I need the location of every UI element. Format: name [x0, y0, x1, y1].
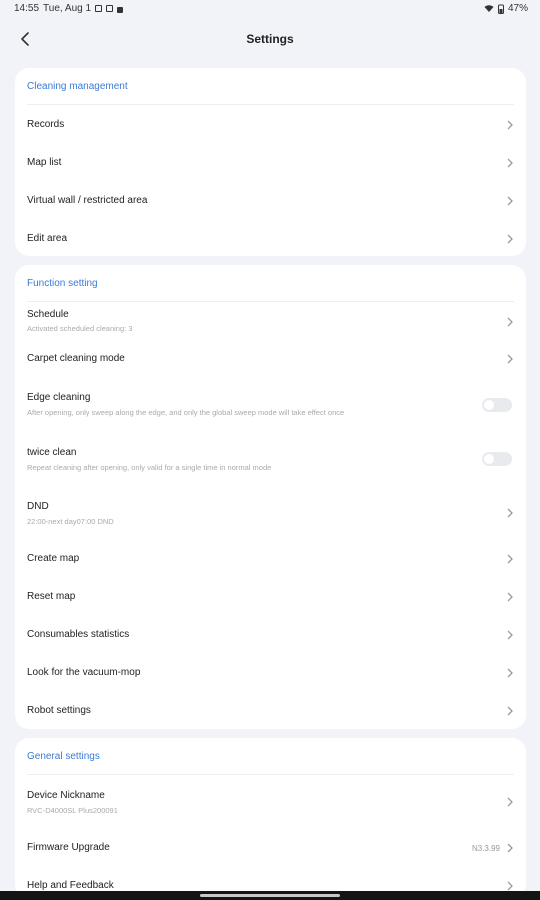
row-map-list[interactable]: Map list: [15, 144, 526, 182]
row-robot-settings[interactable]: Robot settings: [15, 691, 526, 729]
battery-percent: 47%: [507, 3, 528, 14]
firmware-version: N3.3.99: [471, 844, 500, 853]
chevron-right-icon: [507, 843, 513, 853]
status-bar: 14:55 Tue, Aug 1 47%: [0, 0, 540, 18]
row-label: Map list: [27, 157, 62, 168]
toggle-knob: [484, 454, 494, 464]
row-carpet-cleaning-mode[interactable]: Carpet cleaning mode: [15, 341, 526, 379]
row-sublabel: 22:00-next day07:00 DND: [27, 517, 114, 526]
gallery-notification-icon: [95, 5, 103, 12]
chevron-right-icon: [507, 508, 513, 518]
section-title-function-setting: Function setting: [27, 278, 98, 289]
edge-cleaning-toggle[interactable]: [482, 398, 512, 412]
row-look-for-vacuum-mop[interactable]: Look for the vacuum-mop: [15, 653, 526, 691]
divider: [27, 774, 514, 775]
chevron-right-icon: [507, 158, 513, 168]
chevron-right-icon: [507, 592, 513, 602]
row-label: Create map: [27, 553, 80, 564]
row-label: Device Nickname: [27, 790, 105, 801]
row-label: Carpet cleaning mode: [27, 353, 125, 364]
row-device-nickname[interactable]: Device Nickname RVC-D4000SL Plus200091: [15, 776, 526, 828]
row-edge-cleaning: Edge cleaning After opening, only sweep …: [15, 379, 526, 433]
row-firmware-upgrade[interactable]: Firmware Upgrade N3.3.99: [15, 828, 526, 866]
row-sublabel: Activated scheduled cleaning: 3: [27, 324, 133, 333]
section-title-cleaning-management: Cleaning management: [27, 81, 128, 92]
row-label: Records: [27, 119, 65, 130]
row-label: Edge cleaning: [27, 392, 91, 403]
row-create-map[interactable]: Create map: [15, 539, 526, 577]
chevron-right-icon: [507, 554, 513, 564]
chevron-right-icon: [507, 630, 513, 640]
row-label: Consumables statistics: [27, 629, 130, 640]
page-title: Settings: [246, 32, 294, 46]
app-notification-icon: [106, 5, 114, 12]
chevron-right-icon: [507, 706, 513, 716]
home-gesture-handle[interactable]: [200, 894, 340, 897]
row-sublabel: RVC-D4000SL Plus200091: [27, 806, 118, 815]
row-label: Schedule: [27, 309, 69, 320]
wifi-icon: [484, 5, 494, 12]
chevron-right-icon: [507, 881, 513, 891]
status-left: 14:55 Tue, Aug 1: [14, 3, 124, 14]
header: Settings: [0, 22, 540, 56]
toggle-knob: [484, 400, 494, 410]
row-consumables-statistics[interactable]: Consumables statistics: [15, 615, 526, 653]
chevron-right-icon: [507, 797, 513, 807]
navigation-bar: [0, 891, 540, 900]
row-label: Help and Feedback: [27, 880, 114, 891]
row-schedule[interactable]: Schedule Activated scheduled cleaning: 3: [15, 303, 526, 341]
twice-clean-toggle[interactable]: [482, 452, 512, 466]
row-label: Robot settings: [27, 705, 91, 716]
row-records[interactable]: Records: [15, 106, 526, 144]
status-right: 47%: [484, 3, 528, 14]
chevron-right-icon: [507, 196, 513, 206]
row-reset-map[interactable]: Reset map: [15, 577, 526, 615]
row-label: DND: [27, 501, 49, 512]
row-edit-area[interactable]: Edit area: [15, 220, 526, 256]
divider: [27, 104, 514, 105]
row-label: Virtual wall / restricted area: [27, 195, 148, 206]
lock-icon: [117, 6, 124, 13]
row-dnd[interactable]: DND 22:00-next day07:00 DND: [15, 487, 526, 539]
row-sublabel: After opening, only sweep along the edge…: [27, 408, 345, 417]
chevron-right-icon: [507, 234, 513, 244]
general-settings-card: General settings Device Nickname RVC-D40…: [15, 738, 526, 898]
chevron-right-icon: [507, 317, 513, 327]
cleaning-management-card: Cleaning management Records Map list Vir…: [15, 68, 526, 256]
section-title-general-settings: General settings: [27, 751, 100, 762]
chevron-right-icon: [507, 668, 513, 678]
battery-icon: [497, 4, 504, 14]
row-twice-clean: twice clean Repeat cleaning after openin…: [15, 433, 526, 487]
row-label: Edit area: [27, 233, 68, 244]
row-label: Firmware Upgrade: [27, 842, 110, 853]
status-time: 14:55: [14, 3, 40, 14]
row-label: Look for the vacuum-mop: [27, 667, 141, 678]
row-virtual-wall[interactable]: Virtual wall / restricted area: [15, 182, 526, 220]
row-sublabel: Repeat cleaning after opening, only vali…: [27, 463, 272, 472]
row-label: Reset map: [27, 591, 76, 602]
chevron-right-icon: [507, 120, 513, 130]
divider: [27, 301, 514, 302]
chevron-right-icon: [507, 354, 513, 364]
row-label: twice clean: [27, 447, 77, 458]
function-setting-card: Function setting Schedule Activated sche…: [15, 265, 526, 729]
status-date: Tue, Aug 1: [43, 3, 92, 14]
